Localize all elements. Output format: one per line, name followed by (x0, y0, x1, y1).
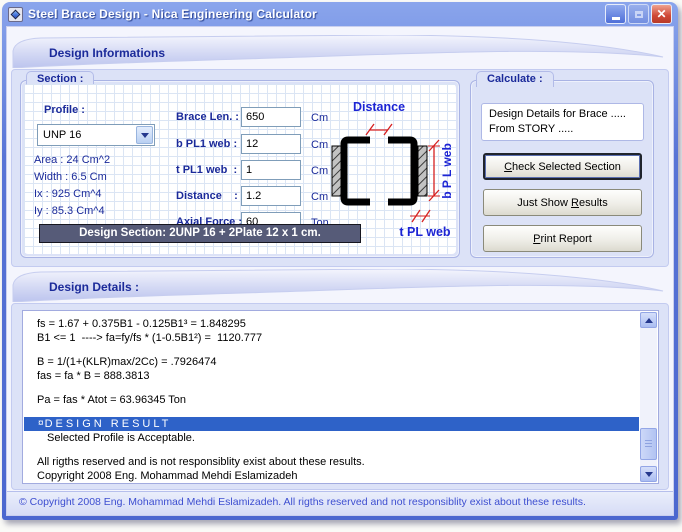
design-details-header: Design Details : (11, 269, 669, 302)
b-pl1-web-input[interactable] (241, 134, 301, 154)
design-details-panel: fs = 1.67 + 0.375B1 - 0.125B1³ = 1.84829… (11, 303, 669, 490)
grid-paper-background: Profile : UNP 16 Area : 24 Cm^2 Width : … (24, 84, 456, 254)
design-details-title: Design Details : (49, 280, 139, 294)
client-area: Design Informations Section : Profile : … (6, 26, 674, 516)
app-icon (8, 7, 23, 22)
property-iy: Iy : 85.3 Cm^4 (34, 203, 110, 220)
arrow-down-icon (645, 472, 653, 477)
right-plate (418, 146, 427, 196)
diagram-t-pl-web-label: t PL web (399, 225, 451, 239)
blank-line (37, 383, 637, 393)
info-line-1: Design Details for Brace ..... (489, 107, 636, 122)
status-text: © Copyright 2008 Eng. Mohammad Mehdi Esl… (19, 496, 586, 508)
design-result-row[interactable]: ¤ DESIGN RESULT (24, 417, 639, 431)
brace-len-label: Brace Len. : (176, 111, 239, 123)
design-informations-header: Design Informations (11, 35, 669, 68)
left-channel (344, 140, 370, 202)
status-bar: © Copyright 2008 Eng. Mohammad Mehdi Esl… (7, 491, 673, 515)
blank-line (37, 407, 637, 417)
screen: Steel Brace Design - Nica Engineering Ca… (0, 0, 682, 532)
scroll-down-button[interactable] (640, 466, 657, 482)
info-line-2: From STORY ..... (489, 122, 636, 137)
check-selected-section-button[interactable]: Check Selected Section (483, 153, 642, 180)
diagram-b-pl-web-label: b P L web (440, 143, 454, 199)
print-report-button[interactable]: Print Report (483, 225, 642, 252)
close-button[interactable]: ✕ (651, 4, 672, 24)
result-detail: Selected Profile is Acceptable. (37, 431, 637, 445)
distance-label: Distance : (176, 190, 238, 202)
thumb-grip-icon (645, 440, 652, 449)
blank-line (37, 445, 637, 455)
scroll-up-button[interactable] (640, 312, 657, 328)
section-group: Section : Profile : UNP 16 Area : 24 Cm^… (20, 80, 460, 258)
design-informations-panel: Section : Profile : UNP 16 Area : 24 Cm^… (11, 69, 669, 267)
profile-dropdown-value: UNP 16 (43, 129, 81, 141)
left-plate (332, 146, 341, 196)
disclaimer-line: All rigths reserved and is not responsib… (37, 455, 637, 469)
minimize-icon (612, 17, 620, 20)
design-section-bar: Design Section: 2UNP 16 + 2Plate 12 x 1 … (39, 224, 361, 243)
brace-len-input[interactable] (241, 107, 301, 127)
profile-label: Profile : (44, 104, 85, 116)
design-informations-title: Design Informations (49, 46, 165, 60)
right-channel (388, 140, 414, 202)
diagram-distance-label: Distance (353, 100, 405, 114)
app-window: Steel Brace Design - Nica Engineering Ca… (2, 2, 678, 520)
property-area: Area : 24 Cm^2 (34, 152, 110, 169)
blank-line (37, 345, 637, 355)
result-title: DESIGN RESULT (45, 417, 172, 431)
minimize-button[interactable] (605, 4, 626, 24)
maximize-button[interactable] (628, 4, 649, 24)
formula-line: fas = fa * B = 888.3813 (37, 369, 637, 383)
just-show-results-button[interactable]: Just Show Results (483, 189, 642, 216)
formula-line: B = 1/(1+(KLR)max/2Cc) = .7926474 (37, 355, 637, 369)
t-pl1-web-label: t PL1 web : (176, 164, 237, 176)
title-bar[interactable]: Steel Brace Design - Nica Engineering Ca… (6, 2, 674, 26)
scrollbar-thumb[interactable] (640, 428, 657, 460)
formula-line: Pa = fas * Atot = 63.96345 Ton (37, 393, 637, 407)
formula-line: B1 <= 1 ----> fa=fy/fs * (1-0.5B1²) = 11… (37, 331, 637, 345)
details-content: fs = 1.67 + 0.375B1 - 0.125B1³ = 1.84829… (24, 312, 639, 482)
dropdown-button[interactable] (136, 126, 153, 144)
formula-line: fs = 1.67 + 0.375B1 - 0.125B1³ = 1.84829… (37, 317, 637, 331)
property-width: Width : 6.5 Cm (34, 169, 110, 186)
profile-dropdown[interactable]: UNP 16 (37, 124, 155, 146)
section-properties: Area : 24 Cm^2 Width : 6.5 Cm Ix : 925 C… (34, 152, 110, 220)
window-title: Steel Brace Design - Nica Engineering Ca… (28, 7, 600, 21)
chevron-down-icon (141, 133, 149, 138)
close-icon: ✕ (656, 8, 666, 20)
calculate-group-label: Calculate : (476, 71, 554, 87)
property-ix: Ix : 925 Cm^4 (34, 186, 110, 203)
design-details-output[interactable]: fs = 1.67 + 0.375B1 - 0.125B1³ = 1.84829… (22, 310, 659, 484)
calculate-info-box: Design Details for Brace ..... From STOR… (481, 103, 644, 141)
vertical-scrollbar[interactable] (640, 312, 657, 482)
arrow-up-icon (645, 318, 653, 323)
brace-section-diagram: Distance b P L web t PL web (322, 94, 464, 246)
maximize-icon (635, 11, 643, 18)
b-pl1-web-label: b PL1 web : (176, 138, 237, 150)
t-pl1-web-input[interactable] (241, 160, 301, 180)
disclaimer-line: Copyright 2008 Eng. Mohammad Mehdi Eslam… (37, 469, 637, 482)
result-marker: ¤ (38, 417, 44, 431)
distance-input[interactable] (241, 186, 301, 206)
calculate-group: Calculate : Design Details for Brace ...… (470, 80, 654, 258)
